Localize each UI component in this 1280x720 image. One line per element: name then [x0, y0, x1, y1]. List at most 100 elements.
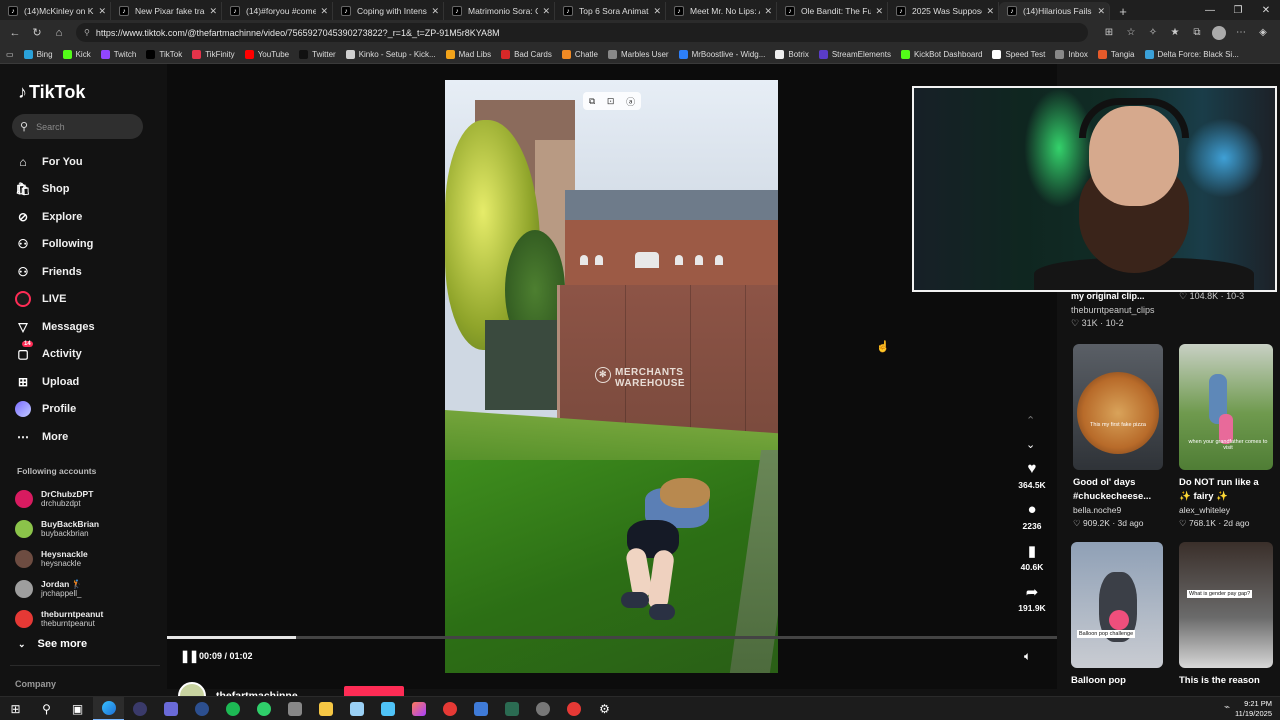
share-icon[interactable]: ➦: [1026, 583, 1039, 603]
video-progress-bar[interactable]: [167, 636, 1057, 639]
back-icon[interactable]: ←: [6, 24, 24, 42]
close-window-icon[interactable]: ✕: [1252, 0, 1280, 20]
video-frame[interactable]: ✻ MERCHANTS WAREHOUSE: [445, 80, 778, 673]
search-input[interactable]: ⚲ Search: [12, 114, 143, 139]
app-icon[interactable]: [155, 697, 186, 720]
see-more-button[interactable]: ⌄ See more: [18, 638, 87, 650]
browser-tab[interactable]: ♪ Top 6 Sora Animation ✕: [555, 2, 666, 20]
site-info-icon[interactable]: ⚲: [84, 28, 90, 37]
volume-icon[interactable]: 🔈︎: [1024, 649, 1031, 664]
bookmark-item[interactable]: Twitch: [100, 49, 136, 59]
spotify-app-icon[interactable]: [217, 697, 248, 720]
bookmark-item[interactable]: MrBoostlive - Widg...: [678, 49, 765, 59]
address-bar[interactable]: ⚲ https://www.tiktok.com/@thefartmachinn…: [76, 23, 1088, 42]
rec-card[interactable]: What is gender pay gap? This is the reas…: [1179, 542, 1273, 688]
app-icon[interactable]: [341, 697, 372, 720]
star-icon[interactable]: ☆: [1120, 24, 1142, 42]
close-tab-icon[interactable]: ✕: [653, 6, 661, 17]
follow-button[interactable]: [344, 686, 404, 696]
task-view-icon[interactable]: ▣: [62, 697, 93, 720]
bookmark-item[interactable]: TikTok: [146, 49, 182, 59]
app-icon[interactable]: [403, 697, 434, 720]
sidebar-item-profile[interactable]: Profile: [14, 396, 95, 424]
rec-card[interactable]: This my first fake pizza Good ol' days #…: [1073, 344, 1163, 530]
bookmark-item[interactable]: TikFinity: [192, 49, 235, 59]
bookmark-icon[interactable]: ▮: [1028, 542, 1036, 562]
bookmark-item[interactable]: Twitter: [299, 49, 336, 59]
bookmark-item[interactable]: YouTube: [244, 49, 289, 59]
close-tab-icon[interactable]: ✕: [1097, 6, 1105, 17]
following-account-item[interactable]: theburntpeanut theburntpeanut: [15, 604, 103, 634]
heart-icon[interactable]: ♥: [1028, 460, 1037, 480]
install-app-icon[interactable]: ⊞: [1098, 24, 1120, 42]
favorites-icon[interactable]: ★: [1164, 24, 1186, 42]
bookmark-item[interactable]: Inbox: [1055, 49, 1088, 59]
file-explorer-icon[interactable]: [310, 697, 341, 720]
close-tab-icon[interactable]: ✕: [320, 6, 328, 17]
sidebar-item-upload[interactable]: ⊞ Upload: [14, 368, 95, 396]
app-icon[interactable]: [279, 697, 310, 720]
translate-icon[interactable]: ⓐ: [626, 95, 635, 108]
bookmarks-folder-icon[interactable]: ▭: [6, 50, 14, 59]
home-browser-icon[interactable]: ⌂: [50, 24, 68, 42]
taskbar-clock[interactable]: 9:21 PM 11/19/2025: [1235, 699, 1272, 719]
rec-thumbnail[interactable]: This my first fake pizza: [1073, 344, 1163, 470]
company-link[interactable]: Company: [15, 679, 56, 689]
capture-icon[interactable]: ⊡: [607, 96, 615, 107]
rec-thumbnail[interactable]: What is gender pay gap?: [1179, 542, 1273, 668]
browser-tab[interactable]: ♪ (14)McKinley on Kick ✕: [0, 2, 111, 20]
menu-icon[interactable]: ⋯: [1230, 24, 1252, 42]
sidebar-item-activity[interactable]: ▢ 14 Activity: [14, 341, 95, 369]
chevron-down-icon[interactable]: ⌄: [1026, 433, 1035, 457]
app-icon[interactable]: [434, 697, 465, 720]
rec-card[interactable]: Balloon pop challenge Balloon pop: [1071, 542, 1163, 688]
tiktok-logo[interactable]: ♪ TikTok: [18, 82, 85, 103]
bookmark-item[interactable]: Botrix: [775, 49, 809, 59]
bookmark-item[interactable]: Kinko - Setup - Kick...: [345, 49, 436, 59]
windows-start-icon[interactable]: ⊞: [0, 697, 31, 720]
maximize-icon[interactable]: ❐: [1224, 0, 1252, 20]
following-account-item[interactable]: BuyBackBrian buybackbrian: [15, 514, 103, 544]
pip-icon[interactable]: ⧉: [589, 96, 595, 107]
rec-thumbnail[interactable]: Balloon pop challenge: [1071, 542, 1163, 668]
new-tab-icon[interactable]: +: [1114, 2, 1132, 20]
bookmark-item[interactable]: Marbles User: [608, 49, 669, 59]
browser-tab[interactable]: ♪ Ole Bandit: The Funni✕: [777, 2, 888, 20]
sidebar-item-shop[interactable]: 🛍︎ Shop: [14, 176, 95, 204]
edge-app-icon[interactable]: [93, 696, 124, 720]
bookmark-action[interactable]: ▮ 40.6K: [1007, 542, 1057, 583]
chevron-up-icon[interactable]: ⌃: [1026, 409, 1035, 433]
bookmark-item[interactable]: Speed Test: [992, 49, 1045, 59]
sidebar-item-explore[interactable]: ⊘ Explore: [14, 203, 95, 231]
app-icon[interactable]: [465, 697, 496, 720]
bookmark-item[interactable]: Bad Cards: [501, 49, 552, 59]
following-account-item[interactable]: Heysnackle heysnackle: [15, 544, 103, 574]
collections-icon[interactable]: ⧉: [1186, 24, 1208, 42]
browser-tab[interactable]: ♪ Matrimonio Sora: Cele ✕: [444, 2, 555, 20]
app-icon[interactable]: [496, 697, 527, 720]
close-tab-icon[interactable]: ✕: [542, 6, 550, 17]
copilot-icon[interactable]: ◈: [1252, 24, 1274, 42]
heart-action[interactable]: ♥ 364.5K: [1007, 460, 1057, 501]
bookmark-item[interactable]: Bing: [23, 49, 53, 59]
network-icon[interactable]: ⌁: [1224, 702, 1230, 713]
sidebar-item-for-you[interactable]: ⌂ For You: [14, 148, 95, 176]
app-icon[interactable]: [248, 697, 279, 720]
sidebar-item-friends[interactable]: ⚇ Friends: [14, 258, 95, 286]
sidebar-item-following[interactable]: ⚇ Following: [14, 231, 95, 259]
app-icon[interactable]: [558, 697, 589, 720]
share-action[interactable]: ➦ 191.9K: [1007, 583, 1057, 624]
close-tab-icon[interactable]: ✕: [209, 6, 217, 17]
comment-action[interactable]: ● 2236: [1007, 501, 1057, 542]
bookmark-item[interactable]: Tangia: [1097, 49, 1135, 59]
sidebar-item-more[interactable]: ⋯ More: [14, 423, 95, 451]
bookmark-item[interactable]: KickBot Dashboard: [900, 49, 982, 59]
bookmark-item[interactable]: Chatle: [561, 49, 598, 59]
app-icon[interactable]: [186, 697, 217, 720]
obs-app-icon[interactable]: [124, 697, 155, 720]
search-taskbar-icon[interactable]: ⚲: [31, 697, 62, 720]
browser-tab[interactable]: ♪ New Pixar fake trailer ✕: [111, 2, 222, 20]
extensions-icon[interactable]: ✧: [1142, 24, 1164, 42]
following-account-item[interactable]: Jordan 🏌 jnchappell_: [15, 574, 103, 604]
rec-card[interactable]: when your grandfather comes to visit Do …: [1179, 344, 1273, 530]
